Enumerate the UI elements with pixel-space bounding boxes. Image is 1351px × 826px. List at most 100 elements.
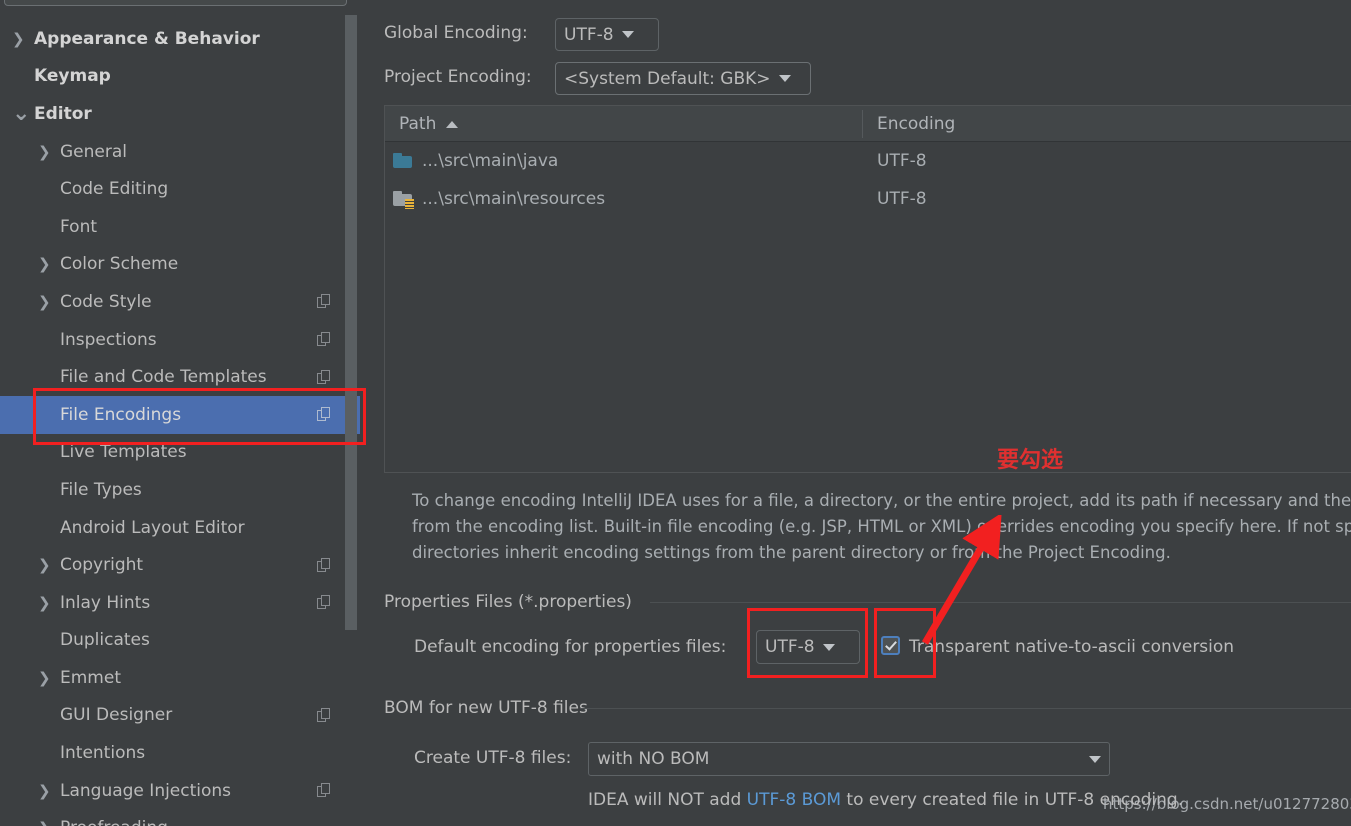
chevron-down-icon	[1089, 755, 1101, 763]
row-path-label: ...\src\main\resources	[422, 189, 606, 209]
settings-tree[interactable]: ❯ Appearance & Behavior Keymap ⌄ Editor ❯ Gene…	[0, 20, 360, 826]
default-properties-encoding-value: UTF-8	[765, 637, 815, 657]
create-utf8-files-combo[interactable]: with NO BOM	[588, 742, 1110, 776]
copy-settings-icon[interactable]	[317, 369, 332, 385]
folder-java-icon	[393, 153, 413, 169]
sidebar-item-file-encodings[interactable]: File Encodings	[0, 395, 360, 434]
chevron-right-icon[interactable]: ❯	[38, 143, 56, 161]
sidebar-item-duplicates[interactable]: Duplicates	[0, 622, 360, 660]
chevron-right-icon[interactable]: ❯	[38, 556, 56, 574]
sidebar-item-proofreading[interactable]: ❯ Proofreading	[0, 809, 360, 826]
chevron-right-icon[interactable]: ❯	[38, 669, 56, 687]
column-header-encoding-label: Encoding	[877, 114, 956, 134]
sidebar-item-label: Duplicates	[60, 630, 150, 651]
chevron-right-icon[interactable]: ❯	[38, 819, 56, 826]
sidebar-item-file-types[interactable]: File Types	[0, 471, 360, 509]
default-encoding-label: Default encoding for properties files:	[414, 637, 727, 657]
sidebar-item-appearance-behavior[interactable]: ❯ Appearance & Behavior	[0, 20, 360, 58]
sidebar-item-label: Code Style	[60, 291, 152, 312]
encodings-table[interactable]: Path Encoding ...\src\main\java UTF-8 ..…	[384, 105, 1351, 473]
project-encoding-value: <System Default: GBK>	[564, 68, 771, 89]
settings-sidebar: ❯ Appearance & Behavior Keymap ⌄ Editor ❯ Gene…	[0, 0, 360, 826]
bom-section-title: BOM for new UTF-8 files	[384, 698, 598, 718]
sidebar-item-inlay-hints[interactable]: ❯ Inlay Hints	[0, 584, 360, 622]
settings-search-input[interactable]	[4, 0, 347, 6]
sidebar-item-label: Emmet	[60, 667, 121, 688]
sidebar-item-language-injections[interactable]: ❯ Language Injections	[0, 772, 360, 810]
sidebar-item-label: Copyright	[60, 555, 144, 576]
sidebar-item-inspections[interactable]: Inspections	[0, 321, 360, 359]
chevron-right-icon[interactable]: ❯	[12, 30, 30, 48]
copy-settings-icon[interactable]	[317, 332, 332, 347]
file-encodings-panel: Global Encoding: UTF-8 Project Encoding:…	[360, 0, 1351, 826]
folder-resources-icon	[393, 191, 414, 209]
row-path-cell: ...\src\main\java	[393, 151, 558, 171]
sidebar-item-label: Live Templates	[60, 442, 187, 463]
chevron-right-icon[interactable]: ❯	[38, 255, 56, 273]
sort-ascending-icon	[446, 120, 459, 128]
chevron-right-icon[interactable]: ❯	[38, 782, 56, 800]
chevron-down-icon	[822, 643, 835, 651]
sidebar-item-android-layout-editor[interactable]: Android Layout Editor	[0, 509, 360, 547]
copy-settings-icon[interactable]	[317, 407, 332, 422]
row-path-label: ...\src\main\java	[422, 151, 559, 171]
sidebar-item-editor[interactable]: ⌄ Editor	[0, 95, 360, 133]
copy-settings-icon[interactable]	[317, 294, 332, 309]
sidebar-item-gui-designer[interactable]: GUI Designer	[0, 697, 360, 735]
encodings-description: To change encoding IntelliJ IDEA uses fo…	[412, 491, 1351, 562]
column-header-encoding[interactable]: Encoding	[877, 106, 955, 142]
copy-settings-icon[interactable]	[317, 595, 332, 610]
encodings-table-header: Path Encoding	[385, 106, 1351, 142]
project-encoding-label: Project Encoding:	[384, 67, 532, 87]
column-divider	[862, 110, 863, 138]
sidebar-item-label: Inspections	[60, 329, 157, 350]
sidebar-item-label: File and Code Templates	[60, 367, 267, 388]
sidebar-item-code-style[interactable]: ❯ Code Style	[0, 283, 360, 321]
sidebar-item-general[interactable]: ❯ General	[0, 133, 360, 171]
copy-settings-icon[interactable]	[317, 557, 332, 573]
sidebar-item-font[interactable]: Font	[0, 208, 360, 246]
row-encoding-cell[interactable]: UTF-8	[877, 189, 927, 209]
table-row[interactable]: ...\src\main\java UTF-8	[385, 142, 1351, 180]
chevron-down-icon[interactable]: ⌄	[12, 102, 30, 124]
row-encoding-cell[interactable]: UTF-8	[877, 151, 927, 171]
sidebar-item-label: Proofreading	[60, 818, 168, 826]
sidebar-item-label: File Types	[60, 479, 142, 500]
sidebar-item-label: Code Editing	[60, 179, 169, 200]
sidebar-item-label: Editor	[34, 103, 92, 124]
sidebar-item-label: Android Layout Editor	[60, 517, 245, 538]
sidebar-item-live-templates[interactable]: Live Templates	[0, 434, 360, 472]
sidebar-item-intentions[interactable]: Intentions	[0, 734, 360, 772]
copy-settings-icon[interactable]	[317, 783, 332, 798]
global-encoding-combo[interactable]: UTF-8	[555, 18, 659, 51]
properties-files-section-title: Properties Files (*.properties)	[384, 592, 642, 612]
bom-hint: IDEA will NOT add UTF-8 BOM to every cre…	[588, 790, 1183, 810]
sidebar-item-emmet[interactable]: ❯ Emmet	[0, 659, 360, 697]
sidebar-scrollbar[interactable]	[345, 15, 357, 630]
default-properties-encoding-combo[interactable]: UTF-8	[756, 630, 860, 664]
row-path-cell: ...\src\main\resources	[393, 189, 605, 209]
copy-settings-icon[interactable]	[317, 707, 332, 723]
sidebar-item-label: Font	[60, 216, 98, 237]
column-header-path-label: Path	[399, 114, 437, 134]
create-utf8-files-label: Create UTF-8 files:	[414, 748, 572, 768]
sidebar-item-color-scheme[interactable]: ❯ Color Scheme	[0, 246, 360, 284]
sidebar-item-label: General	[60, 141, 127, 162]
annotation-note-text: 要勾选	[997, 448, 1064, 473]
table-row[interactable]: ...\src\main\resources UTF-8	[385, 180, 1351, 218]
sidebar-item-file-and-code-templates[interactable]: File and Code Templates	[0, 358, 360, 396]
bom-hint-prefix: IDEA will NOT add	[588, 790, 747, 810]
chevron-down-icon	[778, 75, 791, 82]
sidebar-item-label: Appearance & Behavior	[34, 28, 260, 49]
sidebar-item-code-editing[interactable]: Code Editing	[0, 170, 360, 208]
section-divider	[580, 708, 1351, 709]
sidebar-item-copyright[interactable]: ❯ Copyright	[0, 546, 360, 584]
sidebar-item-keymap[interactable]: Keymap	[0, 58, 360, 96]
chevron-right-icon[interactable]: ❯	[38, 293, 56, 311]
column-header-path[interactable]: Path	[399, 106, 459, 142]
create-utf8-files-value: with NO BOM	[597, 749, 710, 769]
utf8-bom-link[interactable]: UTF-8 BOM	[747, 790, 841, 810]
chevron-down-icon	[621, 31, 634, 38]
chevron-right-icon[interactable]: ❯	[38, 594, 56, 612]
project-encoding-combo[interactable]: <System Default: GBK>	[555, 62, 811, 95]
